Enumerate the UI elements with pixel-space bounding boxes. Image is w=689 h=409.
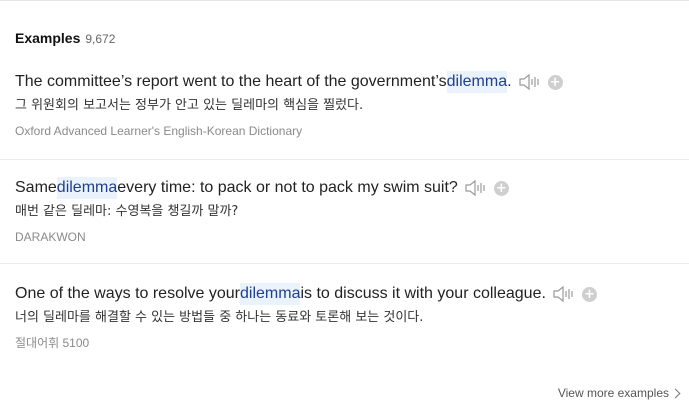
examples-panel: Examples 9,672 The committee’s report we… [0,0,689,409]
example-item: Same dilemma every time: to pack or not … [0,159,689,263]
example-item: The committee’s report went to the heart… [0,63,689,159]
sentence-text-before: The committee’s report went to the heart… [15,73,447,90]
sentence-text-before: Same [15,179,57,196]
example-sentence: Same dilemma every time: to pack or not … [15,177,689,199]
example-item: One of the ways to resolve your dilemma … [0,263,689,379]
speaker-icon[interactable] [552,285,576,303]
example-source: 절대어휘 5100 [15,336,90,350]
plus-circle-icon[interactable]: + [547,74,563,90]
chevron-right-icon [670,388,681,398]
view-more-label: View more examples [557,386,669,400]
examples-count: 9,672 [85,32,116,46]
speaker-icon[interactable] [464,179,488,197]
examples-title: Examples [15,30,81,46]
sentence-text-after: every time: to pack or not to pack my sw… [117,179,458,196]
example-sentence: One of the ways to resolve your dilemma … [15,283,689,305]
plus-circle-icon[interactable]: + [493,180,509,196]
highlighted-word: dilemma [240,283,301,305]
example-source: DARAKWON [15,230,86,244]
example-translation: 매번 같은 딜레마: 수영복을 챙길까 말까? [15,204,239,219]
sentence-text-after: is to discuss it with your colleague. [300,285,546,302]
highlighted-word: dilemma [446,71,508,93]
example-sentence: The committee’s report went to the heart… [15,71,689,93]
example-source: Oxford Advanced Learner's English-Korean… [15,124,303,138]
plus-circle-icon[interactable]: + [581,286,597,302]
examples-header: Examples 9,672 [15,30,115,46]
example-translation: 그 위원회의 보고서는 정부가 안고 있는 딜레마의 핵심을 찔렀다. [15,98,364,113]
view-more-examples-link[interactable]: View more examples [557,386,681,400]
highlighted-word: dilemma [56,177,118,199]
sentence-text-after: . [507,73,512,90]
example-translation: 너의 딜레마를 해결할 수 있는 방법들 중 하나는 동료와 토론해 보는 것이… [15,310,424,325]
sentence-text-before: One of the ways to resolve your [15,285,240,302]
speaker-icon[interactable] [518,73,542,91]
